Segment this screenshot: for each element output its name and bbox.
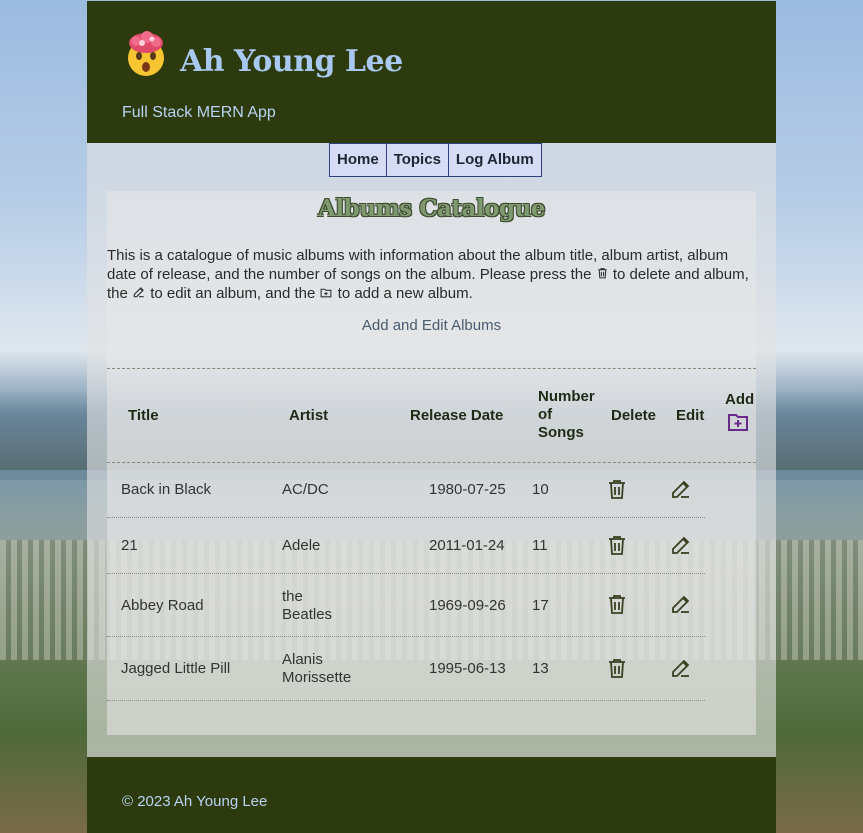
row-divider [107,517,705,518]
album-release-date-cell: 1980-07-25 [429,481,506,498]
album-songs-cell: 17 [532,597,549,614]
page-title: Albums Catalogue [318,195,545,222]
album-artist-cell: Alanis Morissette [282,651,352,686]
site-title: Ah Young Lee [180,44,403,79]
row-divider [107,636,705,637]
album-songs-cell: 11 [532,537,548,554]
nav-topics-link[interactable]: Topics [385,143,449,177]
trash-icon[interactable] [605,656,629,680]
albums-panel: Albums Catalogue This is a catalogue of … [107,191,756,735]
album-release-date-cell: 1995-06-13 [429,660,506,677]
main-nav: Home Topics Log Album [329,143,542,177]
folder-plus-icon [321,288,332,298]
exploding-head-emoji-icon [128,31,164,76]
table-header-divider [107,462,756,463]
row-divider [107,573,705,574]
album-title-cell: Jagged Little Pill [121,660,231,677]
page-container: Ah Young Lee Full Stack MERN App Home To… [87,1,776,833]
column-header-add: Add [725,391,755,408]
album-artist-cell: Adele [282,537,321,554]
album-songs-cell: 13 [532,660,549,677]
nav-home-link[interactable]: Home [329,143,387,177]
album-songs-cell: 10 [532,481,549,498]
site-subtitle: Full Stack MERN App [122,104,276,121]
folder-plus-icon[interactable] [726,410,750,434]
album-title-cell: 21 [121,537,138,554]
description-text-3: to edit an album, and the [146,285,320,302]
trash-icon [597,268,607,279]
album-title-cell: Back in Black [121,481,212,498]
edit-icon[interactable] [669,656,693,680]
column-header-number-of-songs: Number of Songs [538,388,595,441]
column-header-artist: Artist [289,407,329,424]
row-divider [107,700,705,701]
trash-icon[interactable] [605,592,629,616]
catalogue-description: This is a catalogue of music albums with… [107,246,756,303]
edit-icon[interactable] [669,592,693,616]
site-footer: © 2023 Ah Young Lee [87,757,776,833]
column-header-release-date: Release Date [410,407,504,424]
add-edit-albums-link[interactable]: Add and Edit Albums [107,317,756,334]
description-text-4: to add a new album. [333,285,473,302]
trash-icon[interactable] [605,533,629,557]
nav-log-album-link[interactable]: Log Album [447,143,542,177]
edit-icon[interactable] [669,477,693,501]
table-top-divider [107,368,756,369]
album-release-date-cell: 2011-01-24 [429,537,505,554]
column-header-edit: Edit [676,407,705,424]
trash-icon[interactable] [605,477,629,501]
column-header-delete: Delete [611,407,657,424]
edit-icon[interactable] [669,533,693,557]
site-header: Ah Young Lee Full Stack MERN App [87,1,776,143]
footer-copyright: © 2023 Ah Young Lee [122,793,268,810]
edit-icon [133,287,144,298]
album-artist-cell: AC/DC [282,481,329,498]
column-header-title: Title [128,407,159,424]
album-release-date-cell: 1969-09-26 [429,597,506,614]
album-title-cell: Abbey Road [121,597,204,614]
album-artist-cell: the Beatles [282,588,333,623]
